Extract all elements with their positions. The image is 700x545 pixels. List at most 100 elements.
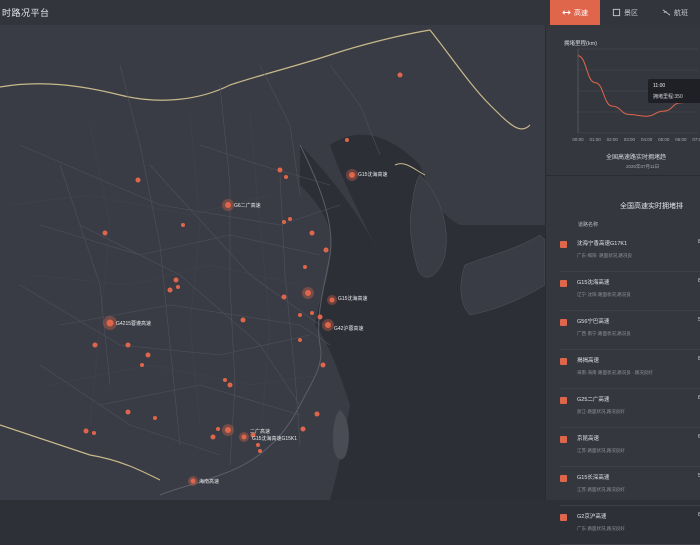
hotspot: [329, 297, 335, 303]
hotspot: [190, 478, 196, 484]
list-item[interactable]: 揭揭高速 海南·海南·路面状况,路况良 · 路况良好 8: [560, 350, 700, 389]
road-marker-icon: [560, 280, 567, 287]
hotspot: [227, 382, 233, 388]
congestion-ranking-panel: 全国高速实时拥堵排 道路名称 沈海宁香高速G17K1 广东·揭阳 ·路面状况,路况…: [546, 175, 700, 545]
road-name: G56宁巴高速: [577, 319, 610, 325]
list-item[interactable]: 京昆高速 江苏·路面状况,路况良好 6: [560, 428, 700, 467]
road-marker-icon: [560, 397, 567, 404]
map-label: G15沈海高速: [338, 296, 368, 302]
x-tick-label: 05:00: [658, 137, 670, 142]
hotspot: [145, 352, 151, 358]
hotspot: [303, 265, 307, 269]
hotspot: [125, 409, 131, 415]
list-item[interactable]: G2京沪高速 广东·路面状况,路况良好 8: [560, 506, 700, 545]
hotspot: [135, 177, 141, 183]
hainan: [175, 489, 205, 500]
map-label: G6二广高速: [234, 203, 261, 209]
app-title: 时路况平台: [2, 8, 50, 18]
x-tick-label: 07:00: [692, 137, 700, 142]
hotspot: [309, 230, 315, 236]
road-detail: 江苏·路面状况,路况良好: [577, 487, 625, 492]
hotspot: [288, 217, 292, 221]
list-item[interactable]: G25二广高速 浙江·路面状况,路况良好 8: [560, 389, 700, 428]
hotspot: [325, 322, 331, 328]
tab-highway[interactable]: 高速: [550, 0, 600, 25]
road-name: G15沈海高速: [577, 280, 610, 286]
x-tick-label: 02:00: [607, 137, 619, 142]
hotspot: [225, 202, 231, 208]
x-tick-labels: 00:00 01:00 02:00 03:00 04:00 05:00 06:00 07:00: [572, 137, 700, 142]
northern-border: [0, 29, 431, 101]
map-canvas: [0, 29, 545, 500]
tab-flight[interactable]: 航班: [650, 0, 700, 25]
road-marker-icon: [560, 241, 567, 248]
list-item[interactable]: 沈海宁香高速G17K1 广东·揭阳 ·路面状况,路况良 8: [560, 233, 700, 272]
chart-tooltip: 11:00 拥堵里程:350: [648, 79, 700, 103]
list-item[interactable]: G15长深高速 江苏·路面状况,路况良好 5: [560, 467, 700, 506]
road-icon: [562, 10, 571, 15]
hotspot: [83, 428, 89, 434]
hotspot: [102, 230, 108, 236]
road-name: G25二广高速: [577, 397, 610, 403]
road-marker-icon: [560, 514, 567, 521]
hotspot: [223, 378, 227, 382]
road-detail: 广东·路面状况,路况良好: [577, 526, 625, 531]
korean-peninsula: [410, 174, 447, 278]
road-name: G2京沪高速: [577, 514, 607, 520]
road-name: 揭揭高速: [577, 358, 600, 364]
tab-flight-label: 航班: [674, 9, 688, 17]
south-border: [0, 424, 161, 481]
road-network: [19, 64, 381, 466]
road-marker-icon: [560, 475, 567, 482]
x-tick-label: 04:00: [641, 137, 653, 142]
hotspot: [323, 247, 329, 253]
hotspot: [284, 175, 288, 179]
road-name: G15长深高速: [577, 475, 610, 481]
nav-tabs: 高速 景区 航班: [550, 0, 700, 25]
hotspot: [240, 317, 246, 323]
list-item[interactable]: G56宁巴高速 广西·南宁·路面状况,路况良 5: [560, 311, 700, 350]
hotspot: [310, 311, 314, 315]
hotspot: [153, 416, 157, 420]
hotspot: [106, 319, 114, 327]
chart-caption: 全国高速路实时拥堵趋: [606, 155, 667, 161]
hotspot: [92, 342, 98, 348]
road-marker-icon: [560, 436, 567, 443]
road-detail: 辽宁·沈阳·路面状况,路况良: [577, 292, 631, 297]
map-label: G15沈海高速G15K1: [252, 436, 298, 442]
hotspot: [349, 172, 355, 178]
road-marker-icon: [560, 319, 567, 326]
hotspot: [314, 411, 320, 417]
list-item[interactable]: G15沈海高速 辽宁·沈阳·路面状况,路况良 8: [560, 272, 700, 311]
northeast-border: [429, 29, 531, 130]
hotspot: [277, 167, 283, 173]
minor-roads: [9, 114, 321, 446]
hotspot: [167, 287, 173, 293]
ranking-title: 全国高速实时拥堵排: [620, 203, 683, 210]
hotspot: [125, 342, 131, 348]
hotspot: [281, 294, 287, 300]
hotspot: [181, 223, 185, 227]
hotspot: [320, 362, 326, 368]
hotspot: [317, 314, 323, 320]
road-marker-icon: [560, 358, 567, 365]
tab-scenic[interactable]: 景区: [600, 0, 650, 25]
congestion-trend-panel: 拥堵里程(km) 00:00 01:00 02:00 03:00 04:00 05:00 0…: [546, 25, 700, 176]
hotspot: [282, 220, 286, 224]
hotspot: [345, 138, 349, 142]
hotspot: [216, 427, 220, 431]
road-detail: 广东·揭阳 ·路面状况,路况良: [577, 253, 632, 258]
hotspot: [298, 313, 302, 317]
tooltip-time: 11:00: [653, 83, 666, 89]
road-detail: 海南·海南·路面状况,路况良 · 路况良好: [577, 370, 653, 375]
chart-date: 2020年07月11日: [626, 164, 660, 169]
ranking-list: 沈海宁香高速G17K1 广东·揭阳 ·路面状况,路况良 8 G15沈海高速 辽宁·沈阳…: [560, 233, 700, 545]
hotspot: [140, 363, 144, 367]
x-tick-label: 06:00: [675, 137, 687, 142]
traffic-map[interactable]: G15沈海高速 G6二广高速 G4215蓉遵高速 G15沈海高速 G42沪蓉高速…: [0, 25, 545, 500]
hotspot: [92, 431, 96, 435]
x-tick-label: 01:00: [590, 137, 602, 142]
hotspot: [305, 290, 311, 296]
road-name: 沈海宁香高速G17K1: [577, 241, 628, 247]
hotspot: [241, 434, 247, 440]
